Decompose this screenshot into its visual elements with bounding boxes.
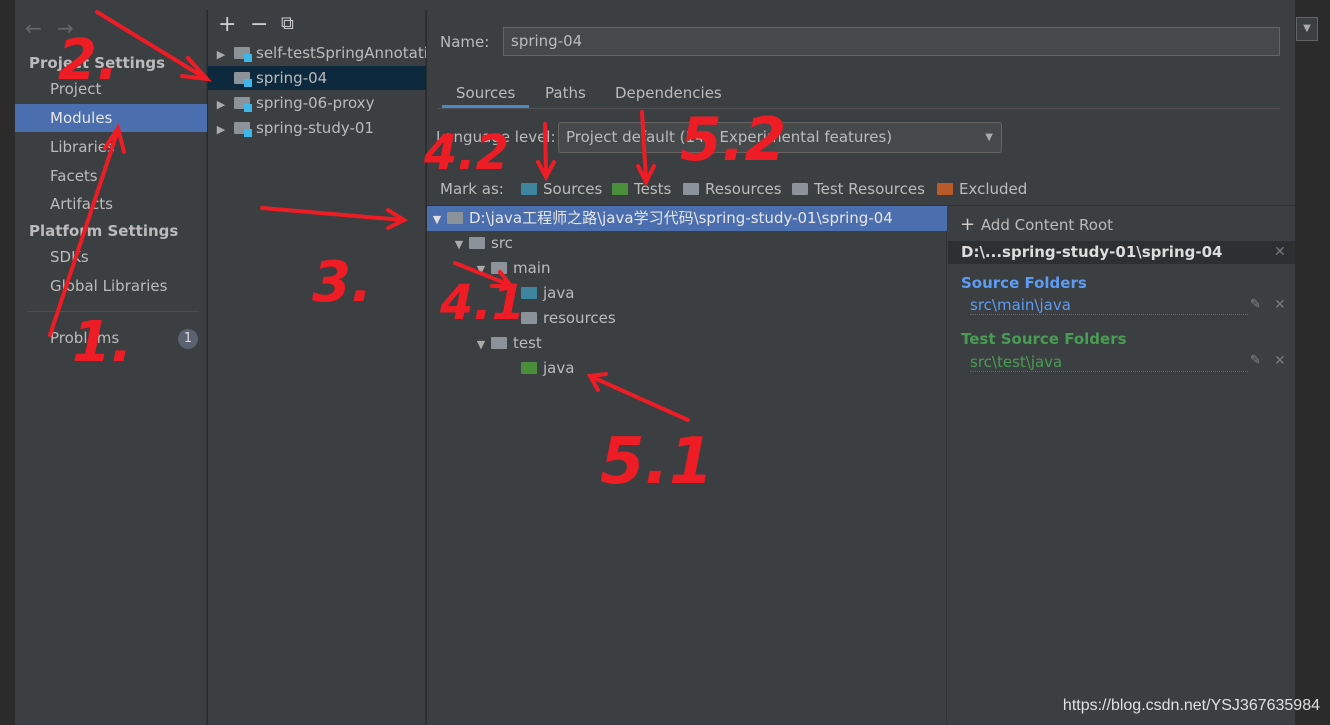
annotation-5-1: 5.1 [600,425,714,499]
annotation-arrows [48,10,690,422]
annotation-4-2: 4.2 [424,125,510,181]
arrow-1 [48,123,126,337]
arrow-5-2 [636,110,656,187]
annotation-5-2: 5.2 [680,105,787,175]
watermark: https://blog.csdn.net/YSJ367635984 [1062,697,1320,714]
arrow-5-1 [586,372,690,422]
annotation-3: 3. [312,250,373,315]
annotation-4-1: 4.1 [440,275,526,331]
annotation-1: 1. [72,310,133,375]
arrow-3 [260,206,409,230]
arrow-4-2 [536,122,556,182]
annotation-2: 2. [58,28,119,93]
